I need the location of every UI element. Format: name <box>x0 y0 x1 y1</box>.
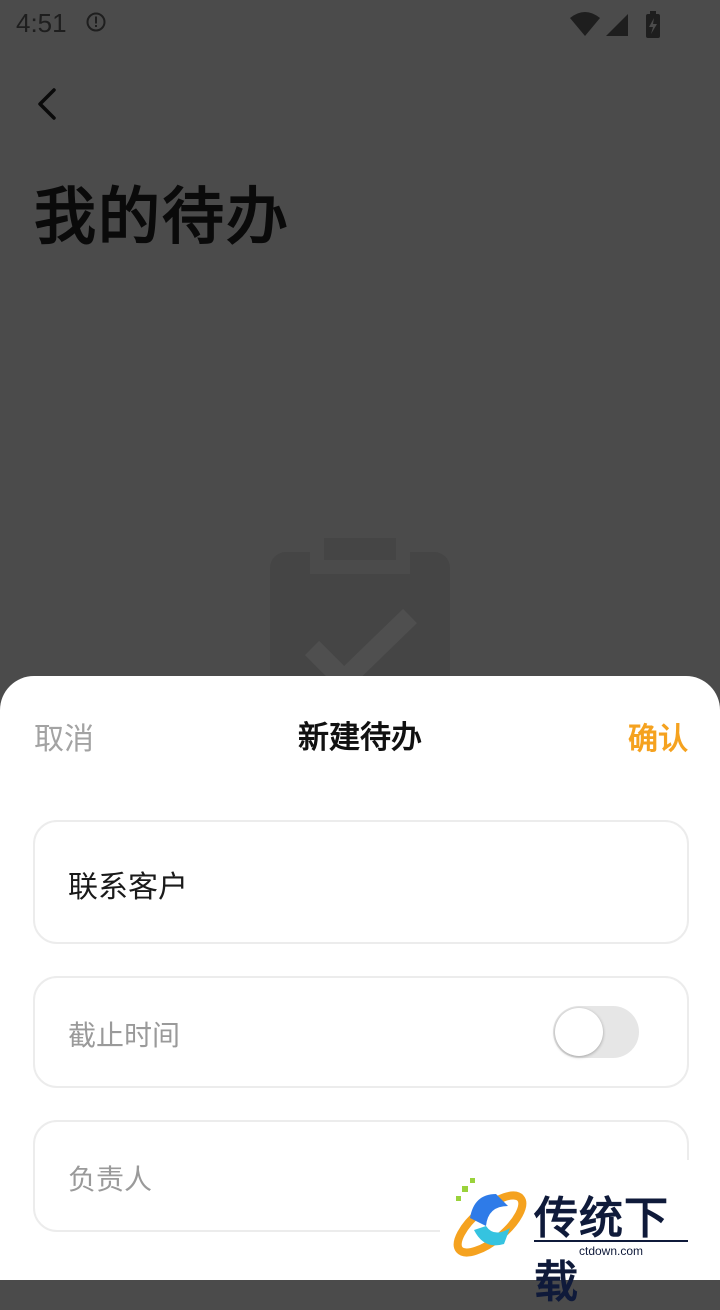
task-name-value: 联系客户 <box>68 870 188 905</box>
battery-icon <box>646 11 660 38</box>
watermark-subtext: ctdown.com <box>534 1240 688 1260</box>
wifi-icon <box>570 12 600 36</box>
confirm-button[interactable]: 确认 <box>628 714 688 758</box>
deadline-label: 截止时间 <box>68 1019 181 1052</box>
status-icons <box>570 11 660 38</box>
status-bar: 4:51 <box>0 0 720 50</box>
sheet-title: 新建待办 <box>298 720 422 756</box>
watermark-logo-icon <box>453 1178 527 1257</box>
alert-icon <box>86 12 106 32</box>
cancel-button[interactable]: 取消 <box>34 714 94 758</box>
deadline-toggle[interactable] <box>553 1006 639 1058</box>
owner-label: 负责人 <box>68 1163 153 1196</box>
deadline-row: 截止时间 <box>33 976 689 1088</box>
page-title: 我的待办 <box>34 180 291 253</box>
back-button[interactable] <box>28 82 68 126</box>
watermark: 传统下载 ctdown.com <box>440 1160 690 1308</box>
clipboard-check-icon <box>270 534 450 694</box>
task-name-field[interactable]: 联系客户 <box>33 820 689 944</box>
status-time: 4:51 <box>16 8 67 38</box>
signal-icon <box>606 14 628 36</box>
toggle-knob <box>555 1008 603 1056</box>
chevron-left-icon <box>38 88 56 120</box>
